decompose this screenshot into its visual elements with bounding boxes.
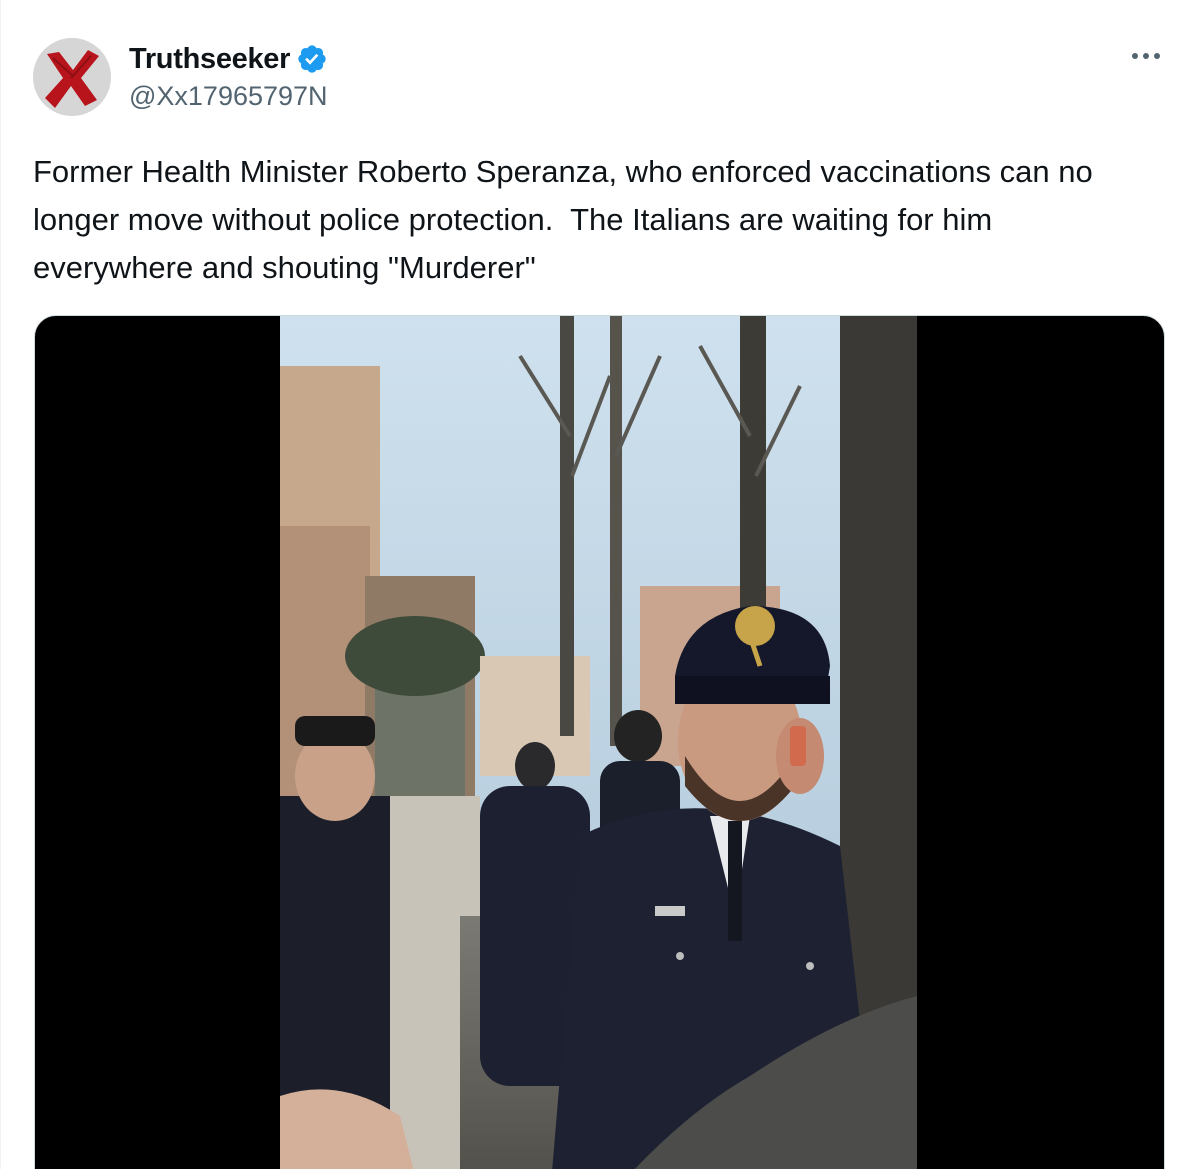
tweet-video[interactable] <box>34 315 1165 1169</box>
author-display-name[interactable]: Truthseeker <box>129 43 290 76</box>
red-x-avatar-icon <box>33 38 111 116</box>
verified-badge-icon[interactable] <box>296 43 328 75</box>
card-border <box>0 0 1 1169</box>
video-frame <box>280 316 917 1169</box>
more-options-button[interactable] <box>1126 44 1166 68</box>
tweet-card: Truthseeker @Xx17965797N Former Health M… <box>0 0 1190 1169</box>
tweet-text: Former Health Minister Roberto Speranza,… <box>33 154 1102 285</box>
author-avatar[interactable] <box>33 38 111 116</box>
video-still-image <box>280 316 917 1169</box>
more-options-icon <box>1132 53 1160 59</box>
author-name-row: Truthseeker <box>129 40 328 78</box>
author-handle[interactable]: @Xx17965797N <box>129 81 328 112</box>
